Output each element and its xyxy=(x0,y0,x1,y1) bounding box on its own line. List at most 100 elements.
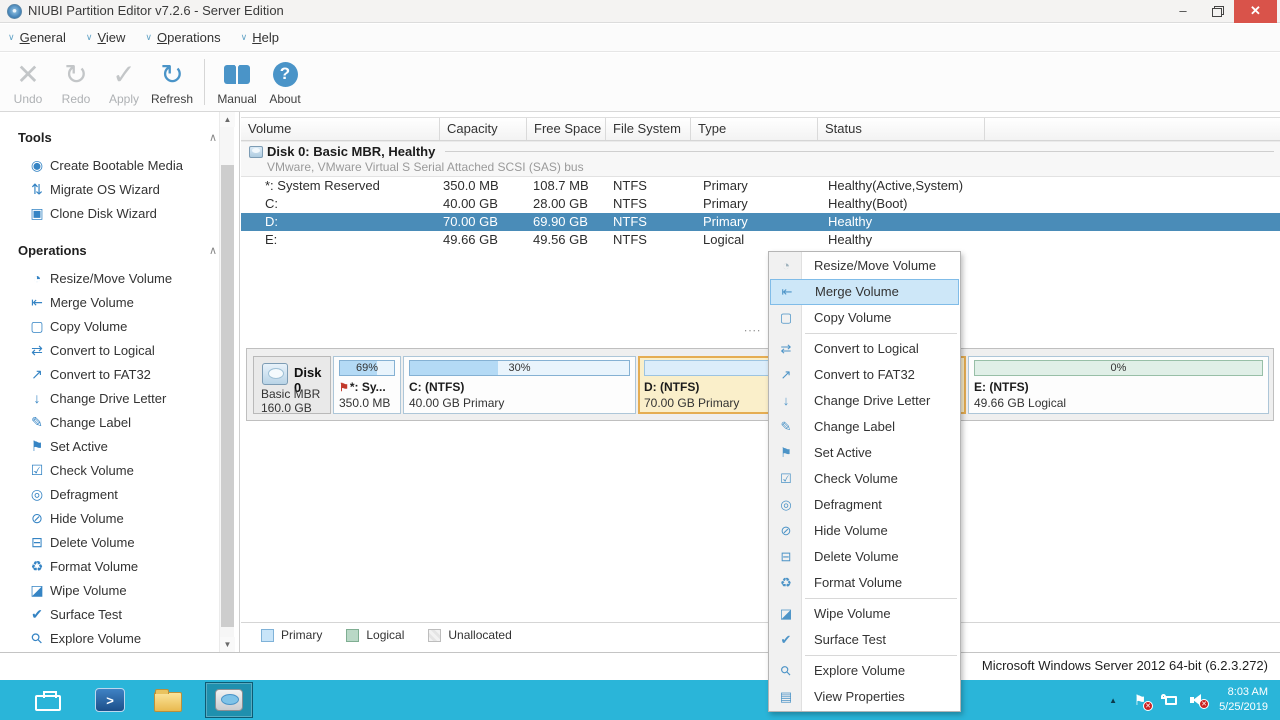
sidebar-item-hide-volume[interactable]: ⊘ Hide Volume xyxy=(0,506,239,530)
pencil-icon: ✎ xyxy=(26,414,48,431)
menu-item-wipe-volume[interactable]: ◪ Wipe Volume xyxy=(769,601,960,627)
menu-item-defragment[interactable]: ◎ Defragment xyxy=(769,492,960,518)
menu-item-merge-volume-highlighted[interactable]: ⇤ Merge Volume xyxy=(770,279,959,305)
sidebar-item-change-label[interactable]: ✎ Change Label xyxy=(0,410,239,434)
format-recycle-icon: ♻ xyxy=(777,570,795,596)
column-header-capacity[interactable]: Capacity xyxy=(440,118,527,140)
menu-item-surface-test[interactable]: ✔ Surface Test xyxy=(769,627,960,653)
legend-divider xyxy=(241,622,1280,623)
column-header-type[interactable]: Type xyxy=(691,118,818,140)
sidebar-item-delete-volume[interactable]: ⊟ Delete Volume xyxy=(0,530,239,554)
menu-item-set-active[interactable]: ⚑ Set Active xyxy=(769,440,960,466)
sidebar-item-merge-volume[interactable]: ⇤ Merge Volume xyxy=(0,290,239,314)
close-button[interactable]: ✕ xyxy=(1234,0,1277,23)
menu-operations[interactable]: ∨ Operations xyxy=(145,30,220,45)
sidebar-item-surface-test[interactable]: ✔ Surface Test xyxy=(0,602,239,626)
apply-button[interactable]: ✓ Apply xyxy=(100,53,148,111)
powershell-taskbar-button[interactable]: > xyxy=(90,685,130,715)
question-icon: ? xyxy=(273,62,298,87)
sidebar-item-convert-to-logical[interactable]: ⇄ Convert to Logical xyxy=(0,338,239,362)
column-header-free-space[interactable]: Free Space xyxy=(527,118,606,140)
block-system-reserved[interactable]: 69% ⚑*: Sy... 350.0 MB xyxy=(333,356,401,414)
scroll-up-icon[interactable]: ▲ xyxy=(220,112,235,127)
menu-general[interactable]: ∨ General xyxy=(8,30,66,45)
scrollbar-thumb[interactable] xyxy=(221,165,234,627)
disk-map: Disk 0 Basic MBR 160.0 GB 69% ⚑*: Sy... … xyxy=(246,348,1274,421)
table-row-system-reserved[interactable]: *: System Reserved 350.0 MB 108.7 MB NTF… xyxy=(241,177,1280,195)
restore-button[interactable] xyxy=(1202,0,1232,23)
sidebar-item-explore-volume[interactable]: ⚲ Explore Volume xyxy=(0,626,239,650)
hide-eye-icon: ⊘ xyxy=(26,510,48,527)
manual-button[interactable]: Manual xyxy=(213,53,261,111)
menu-item-copy-volume[interactable]: ▢ Copy Volume xyxy=(769,305,960,331)
system-tray: ▲ ⚑✕ ✕ 8:03 AM 5/25/2019 xyxy=(1109,680,1280,720)
table-row-e[interactable]: E: 49.66 GB 49.56 GB NTFS Logical Health… xyxy=(241,231,1280,249)
chevron-down-icon: ∨ xyxy=(145,32,152,43)
block-e[interactable]: 0% E: (NTFS) 49.66 GB Logical xyxy=(968,356,1269,414)
redo-icon: ↻ xyxy=(64,57,87,91)
scroll-down-icon[interactable]: ▼ xyxy=(220,637,235,652)
operations-section-header[interactable]: Operations ∧ xyxy=(18,243,217,258)
menu-item-check-volume[interactable]: ☑ Check Volume xyxy=(769,466,960,492)
sidebar-item-set-active[interactable]: ⚑ Set Active xyxy=(0,434,239,458)
usage-bar: 30% xyxy=(409,360,630,376)
sidebar-item-create-bootable-media[interactable]: ◉ Create Bootable Media xyxy=(0,153,239,177)
toolbar: ✕ Undo ↻ Redo ✓ Apply ↻ Refresh Manual ?… xyxy=(0,53,1280,112)
menu-separator xyxy=(805,598,957,599)
os-version-text: Microsoft Windows Server 2012 64-bit (6.… xyxy=(982,658,1268,673)
disk0-info-block[interactable]: Disk 0 Basic MBR 160.0 GB xyxy=(253,356,331,414)
sidebar-item-clone-disk-wizard[interactable]: ▣ Clone Disk Wizard xyxy=(0,201,239,225)
sidebar-scrollbar[interactable]: ▲ ▼ xyxy=(219,112,234,652)
main-panel: Volume Capacity Free Space File System T… xyxy=(241,112,1280,652)
sidebar-item-migrate-os-wizard[interactable]: ⇅ Migrate OS Wizard xyxy=(0,177,239,201)
about-button[interactable]: ? About xyxy=(261,53,309,111)
convert-loop-icon: ⇄ xyxy=(777,336,795,362)
sidebar-item-convert-to-fat32[interactable]: ↗ Convert to FAT32 xyxy=(0,362,239,386)
menu-item-view-properties[interactable]: ▤ View Properties xyxy=(769,684,960,710)
table-row-c[interactable]: C: 40.00 GB 28.00 GB NTFS Primary Health… xyxy=(241,195,1280,213)
sidebar-item-change-drive-letter[interactable]: ↓ Change Drive Letter xyxy=(0,386,239,410)
refresh-button[interactable]: ↻ Refresh xyxy=(148,53,196,111)
collapse-icon[interactable]: ∧ xyxy=(209,131,217,144)
volume-muted-icon[interactable]: ✕ xyxy=(1189,693,1205,707)
menu-item-delete-volume[interactable]: ⊟ Delete Volume xyxy=(769,544,960,570)
tray-expand-icon[interactable]: ▲ xyxy=(1109,696,1117,705)
menu-view[interactable]: ∨ View xyxy=(86,30,126,45)
niubi-taskbar-button-active[interactable] xyxy=(205,682,253,718)
minimize-button[interactable]: – xyxy=(1168,0,1198,23)
network-icon[interactable] xyxy=(1161,694,1177,707)
menu-item-convert-to-fat32[interactable]: ↗ Convert to FAT32 xyxy=(769,362,960,388)
column-header-file-system[interactable]: File System xyxy=(606,118,691,140)
file-explorer-taskbar-button[interactable] xyxy=(148,685,188,715)
app-logo-icon xyxy=(7,4,22,19)
menu-item-change-label[interactable]: ✎ Change Label xyxy=(769,414,960,440)
redo-button[interactable]: ↻ Redo xyxy=(52,53,100,111)
resize-pie-icon: ◔ xyxy=(26,270,48,286)
menu-item-convert-to-logical[interactable]: ⇄ Convert to Logical xyxy=(769,336,960,362)
copy-icon: ▢ xyxy=(777,305,795,331)
tools-section-header[interactable]: Tools ∧ xyxy=(18,130,217,145)
menu-item-explore-volume[interactable]: ⚲ Explore Volume xyxy=(769,658,960,684)
collapse-icon[interactable]: ∧ xyxy=(209,244,217,257)
splitter-handle[interactable]: ∙∙∙∙ xyxy=(744,323,761,337)
action-center-flag-icon[interactable]: ⚑✕ xyxy=(1131,692,1149,709)
menu-item-hide-volume[interactable]: ⊘ Hide Volume xyxy=(769,518,960,544)
sidebar-item-copy-volume[interactable]: ▢ Copy Volume xyxy=(0,314,239,338)
disk-group-header[interactable]: Disk 0: Basic MBR, Healthy VMware, VMwar… xyxy=(241,141,1280,177)
sidebar-item-format-volume[interactable]: ♻ Format Volume xyxy=(0,554,239,578)
block-c[interactable]: 30% C: (NTFS) 40.00 GB Primary xyxy=(403,356,636,414)
undo-button[interactable]: ✕ Undo xyxy=(4,53,52,111)
column-header-volume[interactable]: Volume xyxy=(241,118,440,140)
clock[interactable]: 8:03 AM 5/25/2019 xyxy=(1219,685,1268,715)
column-header-status[interactable]: Status xyxy=(818,118,985,140)
menu-item-format-volume[interactable]: ♻ Format Volume xyxy=(769,570,960,596)
menu-item-resize-move-volume[interactable]: ◔ Resize/Move Volume xyxy=(769,253,960,279)
sidebar-item-wipe-volume[interactable]: ◪ Wipe Volume xyxy=(0,578,239,602)
server-manager-taskbar-button[interactable] xyxy=(28,685,68,715)
menu-help[interactable]: ∨ Help xyxy=(241,30,279,45)
sidebar-item-resize-move-volume[interactable]: ◔ Resize/Move Volume xyxy=(0,266,239,290)
sidebar-item-check-volume[interactable]: ☑ Check Volume xyxy=(0,458,239,482)
sidebar-item-defragment[interactable]: ◎ Defragment xyxy=(0,482,239,506)
table-row-d-selected[interactable]: D: 70.00 GB 69.90 GB NTFS Primary Health… xyxy=(241,213,1280,231)
menu-item-change-drive-letter[interactable]: ↓ Change Drive Letter xyxy=(769,388,960,414)
